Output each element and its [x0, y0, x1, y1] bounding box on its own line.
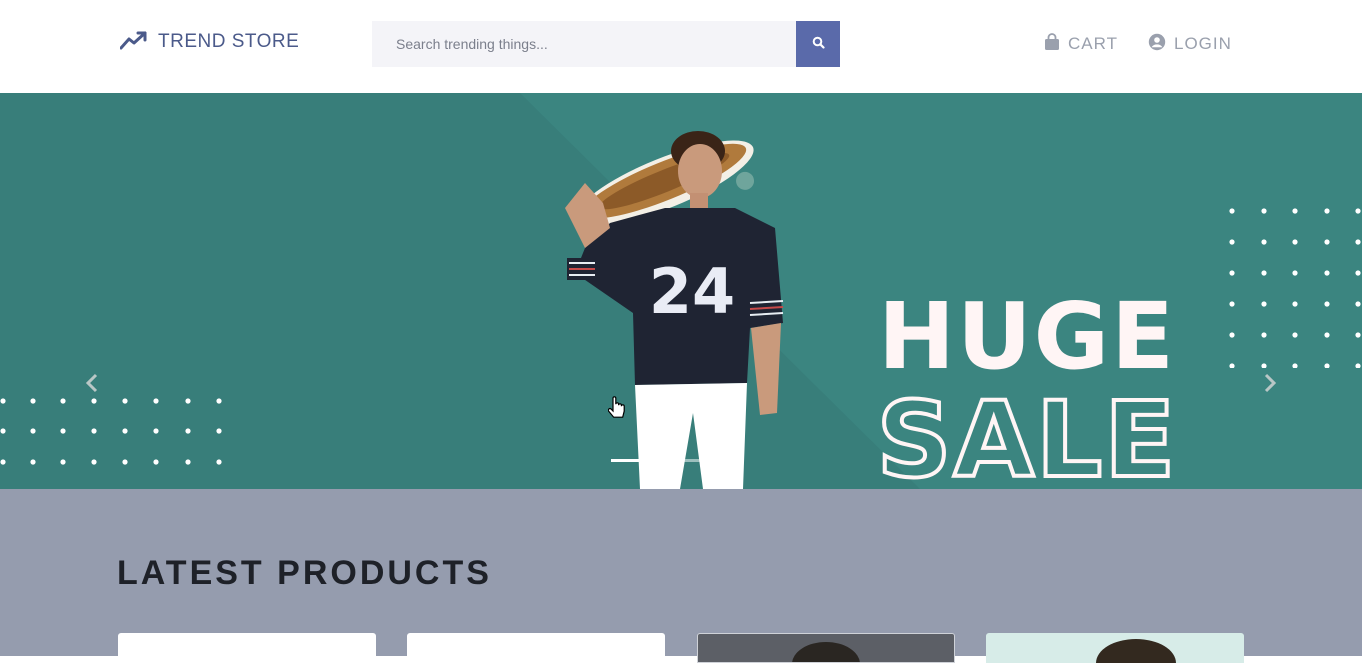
search-icon	[812, 36, 825, 52]
carousel-prev-button[interactable]	[80, 373, 104, 397]
carousel-next-button[interactable]	[1258, 373, 1282, 397]
chevron-right-icon	[1263, 373, 1277, 398]
carousel-indicator[interactable]	[647, 459, 677, 462]
section-title: LATEST PRODUCTS	[117, 554, 492, 592]
hero-model-image: 24	[565, 131, 784, 489]
cart-label: CART	[1068, 34, 1118, 53]
product-image	[792, 642, 860, 662]
product-card[interactable]	[407, 633, 665, 663]
hero-carousel: 24 HUGE SALE	[0, 93, 1362, 489]
carousel-indicator[interactable]	[611, 459, 641, 462]
mouse-cursor-icon	[608, 396, 625, 418]
search-button[interactable]	[796, 21, 840, 67]
product-card[interactable]	[697, 633, 955, 663]
cart-link[interactable]: CART	[1044, 32, 1118, 56]
login-link[interactable]: LOGIN	[1148, 33, 1232, 55]
chevron-left-icon	[85, 373, 99, 398]
headline-sale: SALE	[877, 379, 1178, 488]
product-card[interactable]	[118, 633, 376, 663]
carousel-indicator[interactable]	[683, 459, 713, 462]
shopping-bag-icon	[1044, 32, 1060, 56]
product-card[interactable]	[986, 633, 1244, 663]
search-input[interactable]	[372, 21, 796, 67]
carousel-indicators	[611, 459, 713, 462]
latest-products-section: LATEST PRODUCTS	[0, 489, 1362, 663]
login-label: LOGIN	[1174, 34, 1232, 53]
site-header: TREND STORE CART	[0, 0, 1362, 93]
brand-name: TREND STORE	[158, 31, 300, 52]
headline-huge: HUGE	[878, 283, 1176, 390]
dot-pattern-right	[1229, 208, 1361, 368]
user-circle-icon	[1148, 33, 1166, 56]
search-bar	[372, 21, 840, 67]
dot-pattern-left	[0, 398, 222, 465]
brand-logo[interactable]: TREND STORE	[119, 30, 300, 55]
jersey-number: 24	[649, 255, 735, 328]
hero-headline: HUGE SALE	[875, 283, 1178, 488]
product-image	[1096, 639, 1176, 663]
trending-up-icon	[119, 30, 148, 55]
